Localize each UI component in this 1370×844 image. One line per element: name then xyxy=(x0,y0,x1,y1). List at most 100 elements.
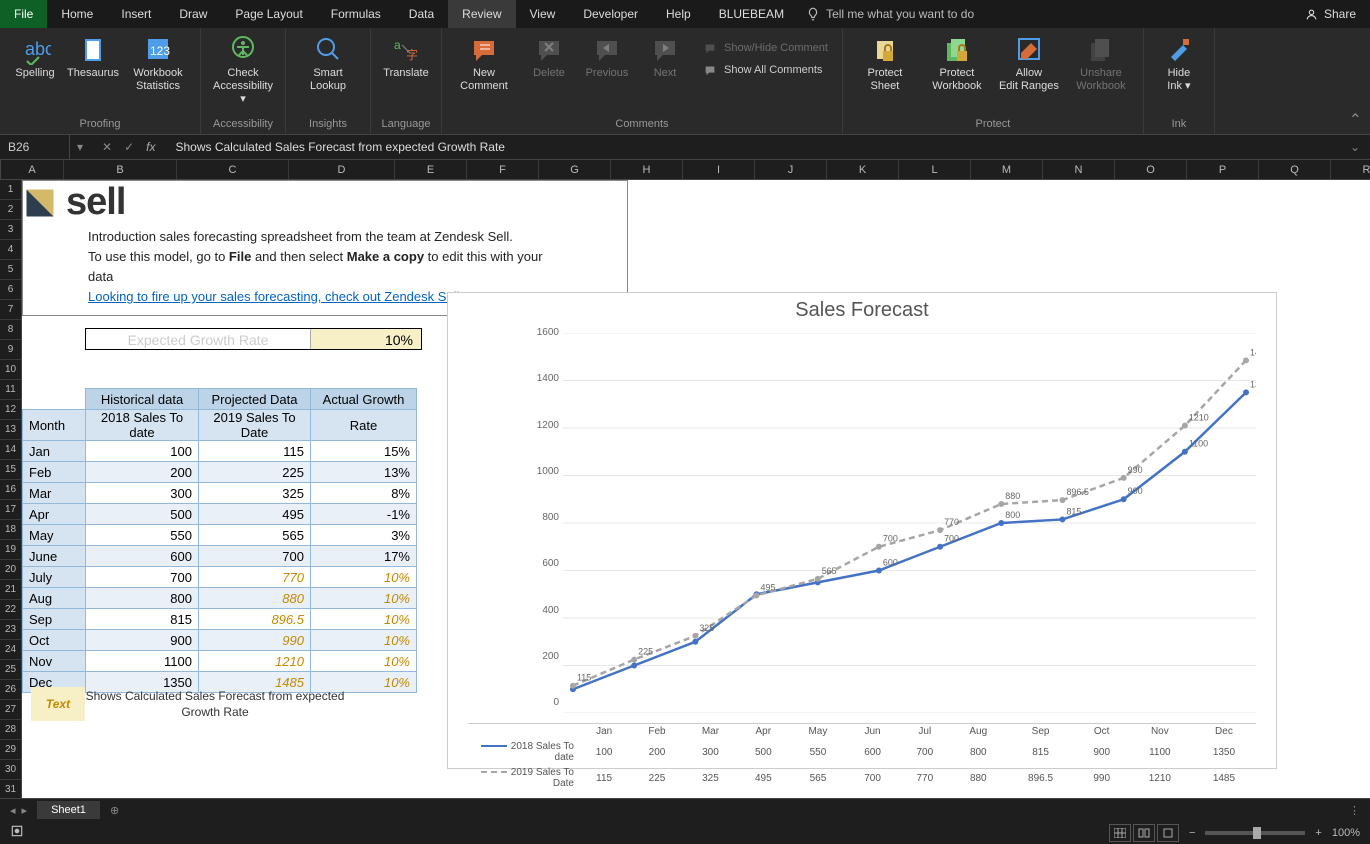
col-header-M[interactable]: M xyxy=(971,160,1043,179)
col-header-P[interactable]: P xyxy=(1187,160,1259,179)
page-layout-view-icon[interactable] xyxy=(1133,824,1155,842)
row-header-27[interactable]: 27 xyxy=(0,700,22,720)
zoom-out-button[interactable]: − xyxy=(1189,827,1195,839)
row-header-10[interactable]: 10 xyxy=(0,360,22,380)
row-header-24[interactable]: 24 xyxy=(0,640,22,660)
col-header-A[interactable]: A xyxy=(1,160,64,179)
ribbon-spelling[interactable]: abcSpelling xyxy=(10,33,60,80)
col-header-O[interactable]: O xyxy=(1115,160,1187,179)
row-header-14[interactable]: 14 xyxy=(0,440,22,460)
row-header-31[interactable]: 31 xyxy=(0,780,22,800)
page-break-view-icon[interactable] xyxy=(1157,824,1179,842)
row-header-20[interactable]: 20 xyxy=(0,560,22,580)
ribbon-show-all-comments[interactable]: Show All Comments xyxy=(698,61,832,79)
sheet-nav[interactable]: ◂▸ xyxy=(0,804,37,817)
ribbon-smart-lookup[interactable]: SmartLookup xyxy=(296,33,360,93)
row-header-30[interactable]: 30 xyxy=(0,760,22,780)
col-header-F[interactable]: F xyxy=(467,160,539,179)
formula-expand[interactable]: ⌄ xyxy=(1350,140,1370,154)
sheet-tab-1[interactable]: Sheet1 xyxy=(37,801,100,819)
row-header-16[interactable]: 16 xyxy=(0,480,22,500)
row-header-23[interactable]: 23 xyxy=(0,620,22,640)
growth-rate-value[interactable]: 10% xyxy=(311,329,421,349)
col-header-R[interactable]: R xyxy=(1331,160,1370,179)
row-header-28[interactable]: 28 xyxy=(0,720,22,740)
row-header-21[interactable]: 21 xyxy=(0,580,22,600)
col-header-C[interactable]: C xyxy=(177,160,289,179)
row-header-18[interactable]: 18 xyxy=(0,520,22,540)
col-header-K[interactable]: K xyxy=(827,160,899,179)
name-box[interactable]: B26 xyxy=(0,135,70,159)
row-header-22[interactable]: 22 xyxy=(0,600,22,620)
col-header-B[interactable]: B xyxy=(64,160,177,179)
normal-view-icon[interactable] xyxy=(1109,824,1131,842)
row-header-13[interactable]: 13 xyxy=(0,420,22,440)
ribbon-collapse[interactable]: ⌃ xyxy=(1341,106,1370,134)
menu-tab-review[interactable]: Review xyxy=(448,0,515,28)
menu-tab-help[interactable]: Help xyxy=(652,0,705,28)
col-header-H[interactable]: H xyxy=(611,160,683,179)
sales-data-table[interactable]: Historical dataProjected DataActual Grow… xyxy=(22,388,417,693)
zoom-level[interactable]: 100% xyxy=(1332,827,1360,839)
row-header-6[interactable]: 6 xyxy=(0,280,22,300)
ribbon-protect-sheet[interactable]: ProtectSheet xyxy=(853,33,917,93)
row-header-4[interactable]: 4 xyxy=(0,240,22,260)
zoom-slider[interactable] xyxy=(1205,831,1305,835)
cancel-icon[interactable]: ✕ xyxy=(102,140,112,154)
row-header-19[interactable]: 19 xyxy=(0,540,22,560)
share-button[interactable]: Share xyxy=(1305,7,1370,21)
growth-rate-label[interactable]: Expected Growth Rate xyxy=(86,329,311,349)
menu-tab-insert[interactable]: Insert xyxy=(107,0,165,28)
add-sheet-button[interactable]: ⊕ xyxy=(100,804,129,817)
menu-tab-developer[interactable]: Developer xyxy=(569,0,652,28)
zendesk-link[interactable]: Looking to fire up your sales forecastin… xyxy=(88,289,463,304)
col-header-L[interactable]: L xyxy=(899,160,971,179)
col-header-J[interactable]: J xyxy=(755,160,827,179)
zoom-in-button[interactable]: + xyxy=(1315,827,1321,839)
menu-tab-home[interactable]: Home xyxy=(47,0,107,28)
record-macro-icon[interactable] xyxy=(0,824,24,841)
ribbon-check-accessibility-[interactable]: CheckAccessibility ▾ xyxy=(211,33,275,106)
row-header-3[interactable]: 3 xyxy=(0,220,22,240)
row-header-8[interactable]: 8 xyxy=(0,320,22,340)
menu-tab-data[interactable]: Data xyxy=(395,0,448,28)
ribbon-thesaurus[interactable]: Thesaurus xyxy=(68,33,118,80)
col-header-G[interactable]: G xyxy=(539,160,611,179)
tell-me[interactable]: Tell me what you want to do xyxy=(798,7,974,21)
row-header-12[interactable]: 12 xyxy=(0,400,22,420)
ribbon-workbook-statistics[interactable]: 123WorkbookStatistics xyxy=(126,33,190,93)
row-header-29[interactable]: 29 xyxy=(0,740,22,760)
menu-tab-file[interactable]: File xyxy=(0,0,47,28)
ribbon-protect-workbook[interactable]: ProtectWorkbook xyxy=(925,33,989,93)
scroll-split[interactable]: ⋮ xyxy=(1349,804,1370,817)
row-header-5[interactable]: 5 xyxy=(0,260,22,280)
row-header-1[interactable]: 1 xyxy=(0,180,22,200)
ribbon-new-comment[interactable]: NewComment xyxy=(452,33,516,93)
col-header-E[interactable]: E xyxy=(395,160,467,179)
col-header-I[interactable]: I xyxy=(683,160,755,179)
grid-area[interactable]: 1234567891011121314151617181920212223242… xyxy=(0,180,1370,801)
row-header-17[interactable]: 17 xyxy=(0,500,22,520)
ribbon-allow-edit-ranges[interactable]: AllowEdit Ranges xyxy=(997,33,1061,93)
menu-tab-bluebeam[interactable]: BLUEBEAM xyxy=(705,0,798,28)
view-buttons[interactable] xyxy=(1109,824,1179,842)
menu-tab-draw[interactable]: Draw xyxy=(165,0,221,28)
confirm-icon[interactable]: ✓ xyxy=(124,140,134,154)
row-header-11[interactable]: 11 xyxy=(0,380,22,400)
row-header-2[interactable]: 2 xyxy=(0,200,22,220)
row-header-9[interactable]: 9 xyxy=(0,340,22,360)
menu-tab-formulas[interactable]: Formulas xyxy=(317,0,395,28)
ribbon-translate[interactable]: a字Translate xyxy=(381,33,431,80)
ribbon-hide-ink-[interactable]: HideInk ▾ xyxy=(1154,33,1204,93)
row-header-26[interactable]: 26 xyxy=(0,680,22,700)
menu-tab-page-layout[interactable]: Page Layout xyxy=(221,0,316,28)
formula-input[interactable]: Shows Calculated Sales Forecast from exp… xyxy=(165,140,1349,154)
row-header-15[interactable]: 15 xyxy=(0,460,22,480)
fx-icon[interactable]: fx xyxy=(146,140,165,154)
menu-tab-view[interactable]: View xyxy=(516,0,570,28)
col-header-D[interactable]: D xyxy=(289,160,395,179)
row-header-7[interactable]: 7 xyxy=(0,300,22,320)
sales-forecast-chart[interactable]: Sales Forecast 0200400600800100012001400… xyxy=(447,292,1277,769)
col-header-N[interactable]: N xyxy=(1043,160,1115,179)
col-header-Q[interactable]: Q xyxy=(1259,160,1331,179)
